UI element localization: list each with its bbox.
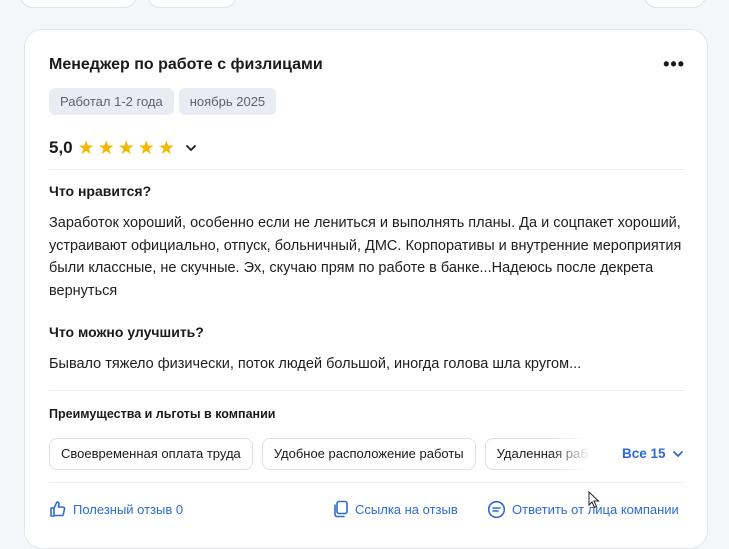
star-icon: ★ <box>157 137 175 159</box>
likes-text: Заработок хороший, особенно если не лени… <box>49 215 682 299</box>
show-all-benefits-button[interactable]: Все 15 <box>622 446 684 461</box>
tag-experience: Работал 1-2 года <box>49 88 174 115</box>
review-link-label: Ссылка на отзыв <box>355 501 458 517</box>
copy-link-icon <box>334 500 348 518</box>
review-card: Менеджер по работе с физлицами ••• Работ… <box>24 29 708 549</box>
rating-value: 5,0 <box>49 138 73 157</box>
star-icon: ★ <box>97 137 115 159</box>
benefit-chip[interactable]: Своевременная оплата труда <box>49 438 253 470</box>
star-icon: ★ <box>117 137 135 159</box>
review-link-button[interactable]: Ссылка на отзыв <box>333 500 458 518</box>
divider <box>49 169 685 170</box>
thumbs-up-icon <box>50 501 66 517</box>
improve-text: Бывало тяжело физически, поток людей бол… <box>49 356 582 372</box>
likes-heading: Что нравится? <box>49 183 152 199</box>
more-options-button[interactable]: ••• <box>663 54 685 75</box>
benefits-list: Своевременная оплата труда Удобное распо… <box>49 438 589 470</box>
benefits-heading: Преимущества и льготы в компании <box>49 407 276 421</box>
previous-chip <box>644 0 706 8</box>
show-all-label: Все 15 <box>622 446 666 461</box>
star-icon: ★ <box>137 137 155 159</box>
star-icon: ★ <box>77 137 95 159</box>
chips-fade <box>549 438 591 470</box>
improve-heading: Что можно улучшить? <box>49 324 204 340</box>
chevron-down-icon[interactable] <box>184 141 198 155</box>
divider <box>49 390 685 391</box>
review-tags: Работал 1-2 года ноябрь 2025 <box>49 88 277 115</box>
benefit-chip[interactable]: Удобное расположение работы <box>261 438 476 470</box>
useful-review-label: Полезный отзыв 0 <box>73 501 184 517</box>
reply-as-company-button[interactable]: Ответить от лица компании <box>487 500 679 519</box>
message-icon <box>487 500 506 519</box>
divider <box>49 482 685 483</box>
tag-date: ноябрь 2025 <box>178 88 277 115</box>
rating: 5,0 ★ ★ ★ ★ ★ <box>49 138 198 158</box>
previous-chip <box>20 0 137 8</box>
mouse-cursor-icon <box>588 491 600 509</box>
review-title: Менеджер по работе с физлицами <box>49 56 323 73</box>
previous-chip <box>147 0 237 8</box>
chevron-down-icon <box>672 450 683 457</box>
previous-card-remnant <box>0 0 729 8</box>
useful-review-button[interactable]: Полезный отзыв 0 <box>49 500 183 518</box>
